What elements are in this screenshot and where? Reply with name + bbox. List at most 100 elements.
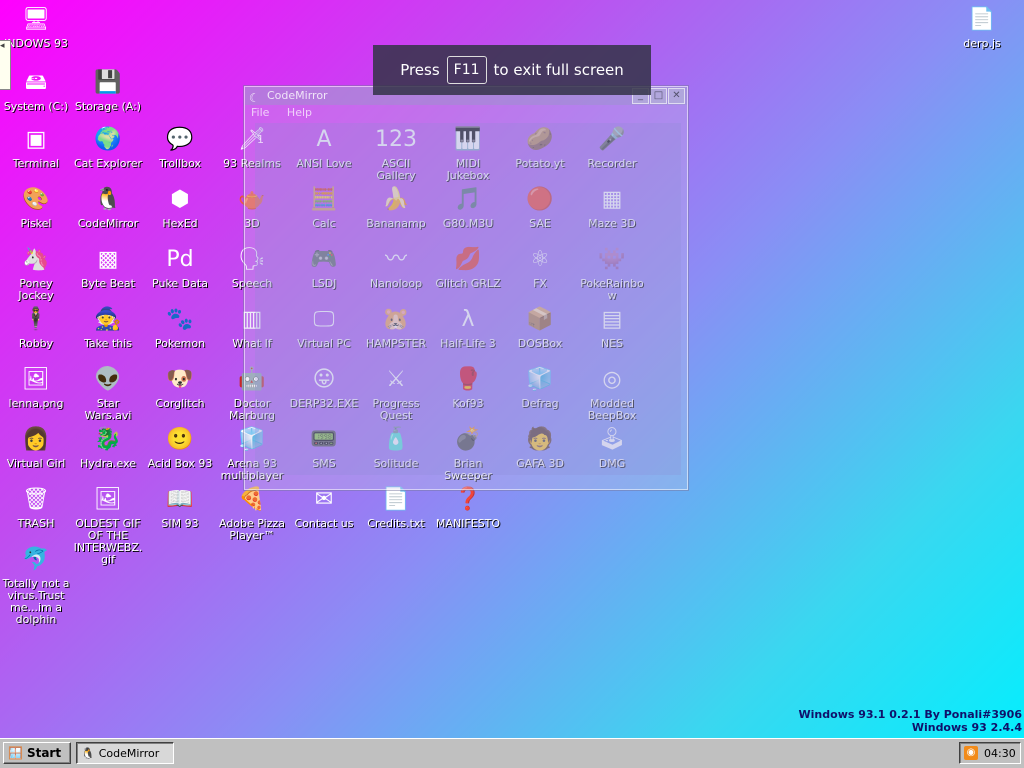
desktop-icon-label: Puke Data — [152, 277, 208, 290]
version-line-2: Windows 93 2.4.4 — [911, 721, 1022, 734]
toast-prefix: Press — [400, 61, 440, 79]
toast-suffix: to exit full screen — [493, 61, 624, 79]
desktop-icon-terminal[interactable]: ▣ Terminal — [1, 124, 71, 170]
terminal-icon: ▣ — [25, 127, 47, 152]
desktop-icon-label: Hydra.exe — [79, 457, 137, 470]
desktop-icon-label: Pokemon — [154, 337, 206, 350]
corglitch-icon: 🐶 — [166, 367, 194, 392]
trollbox-icon: 💬 — [166, 127, 194, 152]
take-this-icon: 🧙 — [94, 307, 122, 332]
desktop-icon-star-wars[interactable]: 👽 Star Wars.avi — [73, 364, 143, 422]
desktop-icon-hydra[interactable]: 🐉 Hydra.exe — [73, 424, 143, 470]
trash-icon: 🗑 — [22, 487, 50, 512]
version-line-1: Windows 93.1 0.2.1 By Ponali#3906 — [798, 708, 1022, 721]
side-tab-glyph: ◂ — [0, 41, 5, 51]
desktop-icon-label: Virtual Girl — [6, 457, 66, 470]
desktop-icon-windows93[interactable]: 🖥 INDOWS 93 — [1, 4, 71, 50]
desktop-icon-credits[interactable]: 📄 Credits.txt — [361, 484, 431, 530]
desktop-icon-hexed[interactable]: ⬢ HexEd — [145, 184, 215, 230]
desktop-icon-label: SIM 93 — [161, 517, 199, 530]
version-info: Windows 93.1 0.2.1 By Ponali#3906 Window… — [799, 708, 1022, 734]
menu-file[interactable]: File — [251, 106, 269, 119]
desktop-icon-trollbox[interactable]: 💬 Trollbox — [145, 124, 215, 170]
desktop-icon-label: Poney Jockey — [18, 277, 54, 302]
desktop-icon-label: Acid Box 93 — [147, 457, 213, 470]
desktop-icon-label: Storage (A:) — [74, 100, 142, 113]
desktop-icon-adobe-pizza[interactable]: 🍕 Adobe Pizza Player™ — [217, 484, 287, 542]
windows93-icon: 🖥 — [22, 7, 50, 32]
taskbar-item-label: CodeMirror — [98, 746, 160, 760]
desktop-icon-derp-js[interactable]: 📄 derp.js — [947, 4, 1017, 50]
desktop-icon-virtual-girl[interactable]: 👩 Virtual Girl — [1, 424, 71, 470]
desktop-icon-puke-data[interactable]: Pd Puke Data — [145, 244, 215, 290]
desktop-icon-label: System (C:) — [3, 100, 69, 113]
desktop-icon-label: Piskel — [20, 217, 52, 230]
desktop-icon-label: OLDEST GIF OF THE INTERWEBZ.gif — [73, 517, 143, 566]
desktop-icon-oldest-gif[interactable]: 🖼 OLDEST GIF OF THE INTERWEBZ.gif — [73, 484, 143, 566]
clock: 04:30 — [984, 746, 1016, 760]
robby-icon: 🕴 — [22, 307, 50, 332]
storage-a-icon: 💾 — [94, 70, 122, 95]
hexed-icon: ⬢ — [170, 187, 190, 212]
star-wars-icon: 👽 — [94, 367, 122, 392]
desktop-icon-lenna[interactable]: 🖼 lenna.png — [1, 364, 71, 410]
desktop-icon-cat-explorer[interactable]: 🌍 Cat Explorer — [73, 124, 143, 170]
window-title: CodeMirror — [267, 89, 328, 102]
desktop-icon-robby[interactable]: 🕴 Robby — [1, 304, 71, 350]
file-icon: 📄 — [968, 7, 996, 32]
desktop-icon-label: Contact us — [294, 517, 354, 530]
pokemon-icon: 🐾 — [166, 307, 194, 332]
system-c-icon: 🖴 — [24, 70, 48, 95]
window-menubar: File Help — [245, 105, 687, 121]
desktop-icon-trash[interactable]: 🗑 TRASH — [1, 484, 71, 530]
desktop-icon-label: lenna.png — [8, 397, 64, 410]
desktop-icon-piskel[interactable]: 🎨 Piskel — [1, 184, 71, 230]
sim-93-icon: 📖 — [166, 487, 194, 512]
desktop-icon-pokemon[interactable]: 🐾 Pokemon — [145, 304, 215, 350]
code-editor[interactable] — [255, 123, 681, 475]
desktop-icon-dolphin[interactable]: 🐬 Totally not a virus.Trust me...im a dol… — [1, 544, 71, 626]
desktop-icon-label: Corglitch — [155, 397, 205, 410]
line-number: 1 — [257, 133, 264, 146]
codemirror-icon: 🐧 — [94, 187, 122, 212]
fullscreen-toast: Press F11 to exit full screen — [373, 45, 651, 95]
taskbar-item-codemirror[interactable]: 🐧 CodeMirror — [76, 742, 174, 764]
desktop-icon-corglitch[interactable]: 🐶 Corglitch — [145, 364, 215, 410]
desktop-icon-label: derp.js — [963, 37, 1001, 50]
desktop-icon-label: Robby — [18, 337, 54, 350]
desktop-icon-label: Totally not a virus.Trust me...im a dolp… — [2, 577, 70, 626]
side-tab[interactable]: ◂ — [0, 40, 11, 90]
desktop-icon-label: Credits.txt — [367, 517, 425, 530]
desktop-icon-byte-beat[interactable]: ▩ Byte Beat — [73, 244, 143, 290]
feed-icon[interactable]: ◉ — [964, 746, 978, 760]
desktop-icon-system-c[interactable]: 🖴 System (C:) — [1, 67, 71, 113]
desktop-icon-label: Star Wars.avi — [84, 397, 132, 422]
codemirror-window[interactable]: ☾ CodeMirror _ □ ✕ File Help 1 — [244, 86, 688, 490]
maximize-button[interactable]: □ — [650, 88, 667, 104]
desktop-icon-poney-jockey[interactable]: 🦄 Poney Jockey — [1, 244, 71, 302]
toast-key: F11 — [446, 56, 487, 84]
menu-help[interactable]: Help — [287, 106, 312, 119]
desktop-icon-take-this[interactable]: 🧙 Take this — [73, 304, 143, 350]
desktop-icon-sim-93[interactable]: 📖 SIM 93 — [145, 484, 215, 530]
desktop-icon-storage-a[interactable]: 💾 Storage (A:) — [73, 67, 143, 113]
desktop-icon-codemirror[interactable]: 🐧 CodeMirror — [73, 184, 143, 230]
byte-beat-icon: ▩ — [97, 247, 119, 272]
oldest-gif-icon: 🖼 — [94, 487, 122, 512]
codemirror-icon: ☾ — [249, 91, 260, 105]
desktop-icon-contact-us[interactable]: ✉ Contact us — [289, 484, 359, 530]
hydra-icon: 🐉 — [94, 427, 122, 452]
virtual-girl-icon: 👩 — [22, 427, 50, 452]
desktop-icon-label: Trollbox — [158, 157, 202, 170]
dolphin-icon: 🐬 — [22, 547, 50, 572]
close-button[interactable]: ✕ — [668, 88, 685, 104]
desktop-icon-acid-box[interactable]: 🙂 Acid Box 93 — [145, 424, 215, 470]
desktop-icon-label: Cat Explorer — [73, 157, 143, 170]
desktop-icon-label: Terminal — [12, 157, 60, 170]
start-label: Start — [26, 746, 62, 760]
desktop-icon-manifesto[interactable]: ❓ MANIFESTO — [433, 484, 503, 530]
desktop-icon-label: INDOWS 93 — [4, 37, 68, 50]
start-button[interactable]: 🪟 Start — [3, 742, 71, 764]
windows-logo-icon: 🪟 — [8, 746, 23, 760]
lenna-icon: 🖼 — [22, 367, 50, 392]
